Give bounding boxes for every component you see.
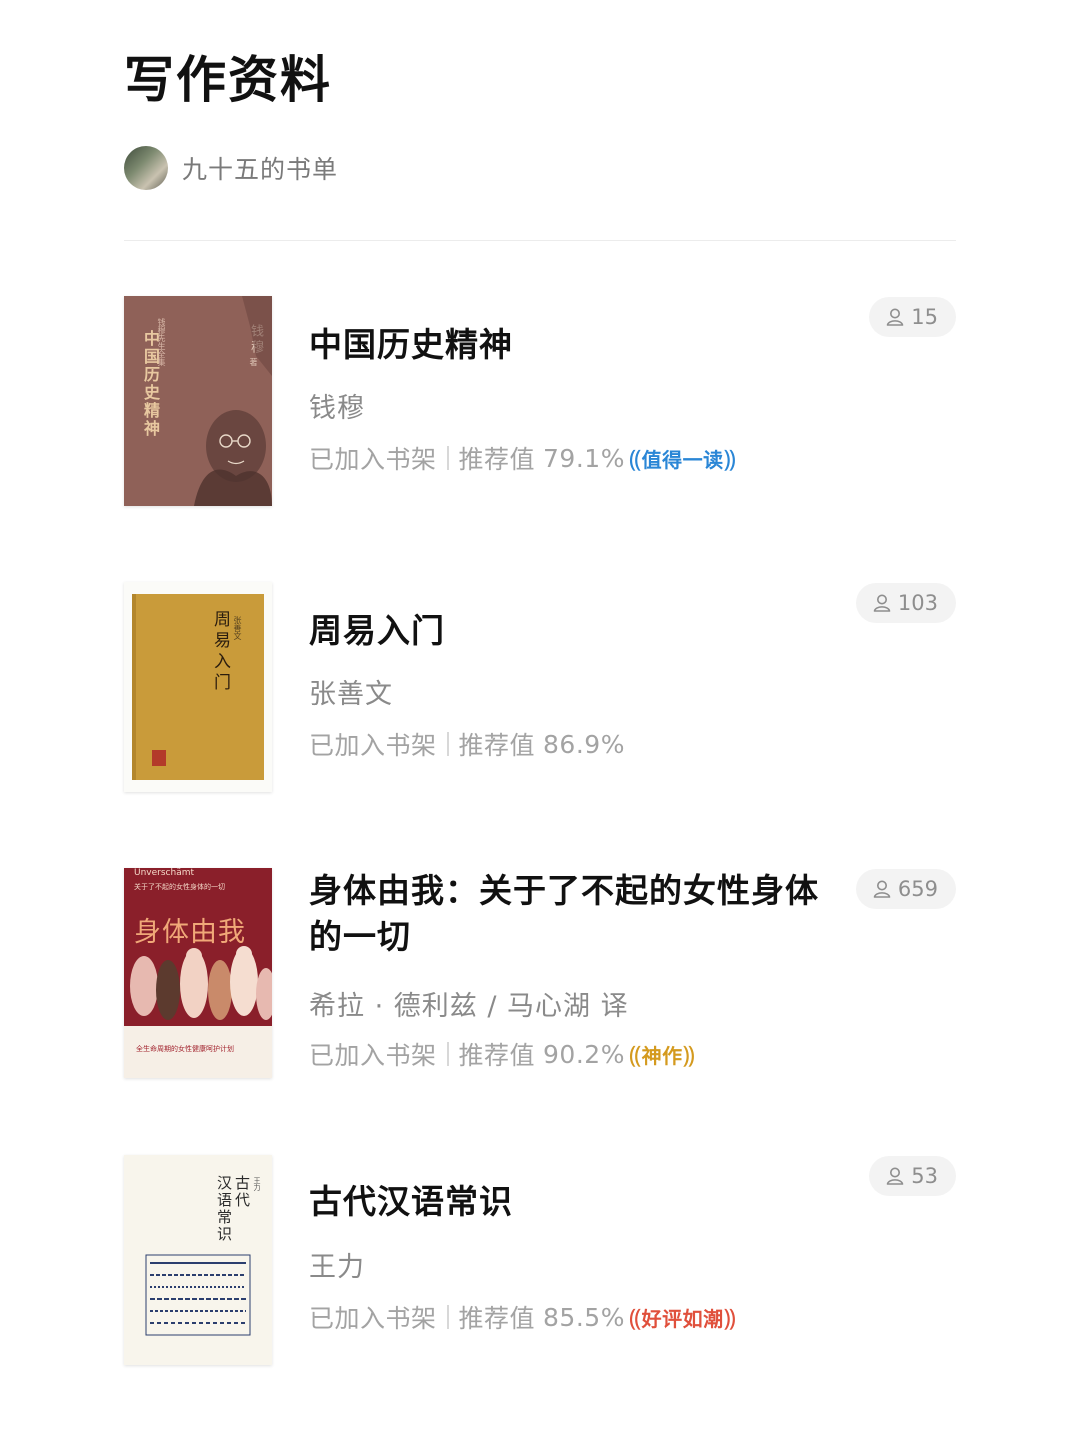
book-title[interactable]: 中国历史精神 <box>309 322 513 368</box>
book-meta: 已加入书架 推荐值 90.2% ⸨ 神作 ⸩ <box>309 1036 695 1072</box>
rating-value: 86.9% <box>543 729 625 759</box>
cover-tagline: 全生命周期的女性健康呵护计划 <box>136 1045 234 1053</box>
rating-label: 推荐值 <box>458 445 536 474</box>
rating-value: 85.5% <box>543 1302 625 1332</box>
user-icon <box>873 880 891 898</box>
rating-badge: ⸨ 神作 ⸩ <box>629 1038 695 1071</box>
laurel-left-icon: ⸨ <box>628 1303 642 1332</box>
avatar[interactable] <box>124 146 168 190</box>
badge-text: 好评如潮 <box>641 1306 724 1331</box>
cover-title-2: 汉语常识 <box>215 1175 233 1243</box>
separator <box>446 1305 449 1329</box>
cover-portrait-art <box>194 296 272 506</box>
book-author[interactable]: 王力 <box>309 1245 365 1284</box>
user-icon <box>873 594 891 612</box>
owner-name[interactable]: 九十五的书单 <box>182 150 338 186</box>
rating-label: 推荐值 <box>458 1304 536 1333</box>
badge-text: 神作 <box>641 1043 683 1068</box>
cover-title-1: 古代 <box>233 1175 251 1209</box>
page-title: 写作资料 <box>124 50 332 109</box>
rating-label: 推荐值 <box>458 731 536 760</box>
cover-title: 周易入门 <box>210 610 230 694</box>
book-cover[interactable]: Unverschämt 关于了不起的女性身体的一切 身体由我 全生命周期的女性健… <box>124 868 272 1078</box>
book-cover[interactable]: 周易入门 张善文 <box>124 582 272 792</box>
book-author[interactable]: 钱穆 <box>309 386 365 425</box>
rating-value: 79.1% <box>543 443 625 473</box>
book-title[interactable]: 身体由我：关于了不起的女性身体的一切 <box>309 868 819 960</box>
cover-en-title: Unverschämt <box>134 868 195 878</box>
shelf-status: 已加入书架 <box>309 731 437 760</box>
shelf-status: 已加入书架 <box>309 1304 437 1333</box>
book-cover[interactable]: 古代 汉语常识 王力 <box>124 1155 272 1365</box>
shelf-status: 已加入书架 <box>309 445 437 474</box>
book-cover[interactable]: 中国历史精神 钱穆先生全集 钱穆 著 <box>124 296 272 506</box>
readers-count-badge[interactable]: 15 <box>869 297 956 337</box>
laurel-right-icon: ⸩ <box>682 1040 696 1069</box>
book-meta: 已加入书架 推荐值 86.9% <box>309 726 625 762</box>
cover-big-title: 身体由我 <box>134 917 246 948</box>
readers-count: 103 <box>897 591 938 615</box>
readers-count-badge[interactable]: 53 <box>869 1156 956 1196</box>
book-title[interactable]: 古代汉语常识 <box>309 1179 513 1225</box>
laurel-right-icon: ⸩ <box>723 1303 737 1332</box>
separator <box>446 1042 449 1066</box>
rating-badge: ⸨ 好评如潮 ⸩ <box>629 1301 736 1334</box>
book-meta: 已加入书架 推荐值 85.5% ⸨ 好评如潮 ⸩ <box>309 1299 736 1335</box>
user-icon <box>886 1167 904 1185</box>
cover-subtitle: 关于了不起的女性身体的一切 <box>134 883 225 891</box>
book-meta: 已加入书架 推荐值 79.1% ⸨ 值得一读 ⸩ <box>309 440 736 476</box>
book-author[interactable]: 希拉 · 德利兹 / 马心湖 译 <box>309 984 629 1023</box>
readers-count: 15 <box>911 305 938 329</box>
shelf-status: 已加入书架 <box>309 1041 437 1070</box>
book-title[interactable]: 周易入门 <box>309 608 445 654</box>
cover-author: 张善文 <box>233 616 242 640</box>
readers-count: 53 <box>911 1164 938 1188</box>
laurel-left-icon: ⸨ <box>628 444 642 473</box>
laurel-right-icon: ⸩ <box>723 444 737 473</box>
laurel-left-icon: ⸨ <box>628 1040 642 1069</box>
cover-seal <box>152 750 166 766</box>
book-author[interactable]: 张善文 <box>309 672 393 711</box>
rating-label: 推荐值 <box>458 1041 536 1070</box>
badge-text: 值得一读 <box>641 447 724 472</box>
separator <box>446 446 449 470</box>
booklist-owner[interactable]: 九十五的书单 <box>124 146 338 190</box>
rating-value: 90.2% <box>543 1039 625 1069</box>
readers-count: 659 <box>897 877 938 901</box>
rating-badge: ⸨ 值得一读 ⸩ <box>629 442 736 475</box>
cover-author: 王力 <box>253 1177 261 1191</box>
user-icon <box>886 308 904 326</box>
cover-figures-art <box>130 946 272 1020</box>
divider <box>124 240 956 241</box>
separator <box>446 732 449 756</box>
readers-count-badge[interactable]: 103 <box>855 583 956 623</box>
readers-count-badge[interactable]: 659 <box>855 869 956 909</box>
cover-engraving-art <box>145 1254 251 1336</box>
